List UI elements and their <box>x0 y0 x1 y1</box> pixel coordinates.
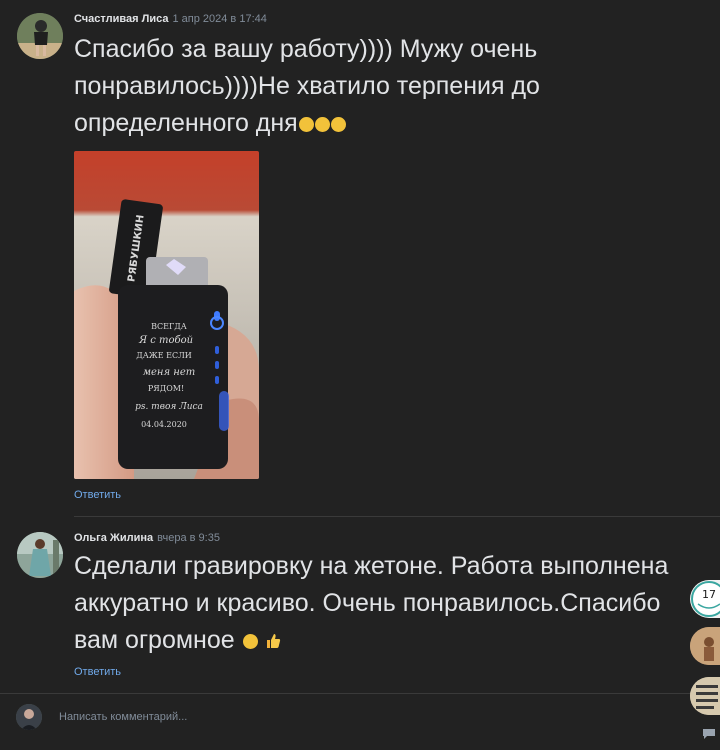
rolling-laughing-emoji <box>298 116 314 132</box>
svg-text:ДАЖЕ ЕСЛИ: ДАЖЕ ЕСЛИ <box>136 351 192 360</box>
comment-composer <box>0 700 680 734</box>
rolling-laughing-emoji <box>330 116 346 132</box>
avatar[interactable] <box>17 532 63 578</box>
comment-input[interactable] <box>57 710 461 724</box>
avatar[interactable] <box>17 13 63 59</box>
user-avatar[interactable] <box>690 677 720 715</box>
current-user-avatar[interactable] <box>16 704 42 730</box>
chat-bubble-icon[interactable] <box>702 727 716 739</box>
smile-emoji <box>242 633 258 649</box>
comment-text: Сделали гравировку на жетоне. Работа вып… <box>74 548 674 660</box>
svg-text:РЯДОМ!: РЯДОМ! <box>148 384 184 393</box>
community-avatar[interactable]: 17 <box>690 580 720 618</box>
comment-date[interactable]: вчера в 9:35 <box>157 532 220 544</box>
badge-number: 17 <box>702 588 716 601</box>
reply-link[interactable]: Ответить <box>74 666 121 678</box>
svg-text:04.04.2020: 04.04.2020 <box>141 420 187 429</box>
divider <box>0 693 720 694</box>
comment-1: Счастливая Лиса 1 апр 2024 в 17:44 Спасиб… <box>0 0 720 510</box>
comment-date[interactable]: 1 апр 2024 в 17:44 <box>172 13 266 25</box>
divider <box>74 516 720 517</box>
svg-text:Я с тобой: Я с тобой <box>138 335 193 346</box>
user-avatar[interactable] <box>690 627 720 665</box>
thumbs-up-icon <box>265 623 281 660</box>
rolling-laughing-emoji <box>314 116 330 132</box>
comment-2: Ольга Жилина вчера в 9:35 Сделали гравиро… <box>0 520 720 690</box>
svg-text:ps. твоя Лиса: ps. твоя Лиса <box>135 402 203 412</box>
comment-text: Спасибо за вашу работу)))) Мужу очень по… <box>74 35 540 137</box>
svg-text:меня нет: меня нет <box>143 367 196 378</box>
svg-text:ВСЕГДА: ВСЕГДА <box>151 322 187 331</box>
comment-photo[interactable]: РЯБУШКИН ВСЕГДА Я с тобой ДАЖЕ ЕСЛИ меня… <box>74 151 259 479</box>
reply-link[interactable]: Ответить <box>74 489 121 501</box>
comment-author[interactable]: Счастливая Лиса 1 апр 2024 в 17:44 <box>74 13 267 25</box>
comment-author[interactable]: Ольга Жилина вчера в 9:35 <box>74 532 220 544</box>
